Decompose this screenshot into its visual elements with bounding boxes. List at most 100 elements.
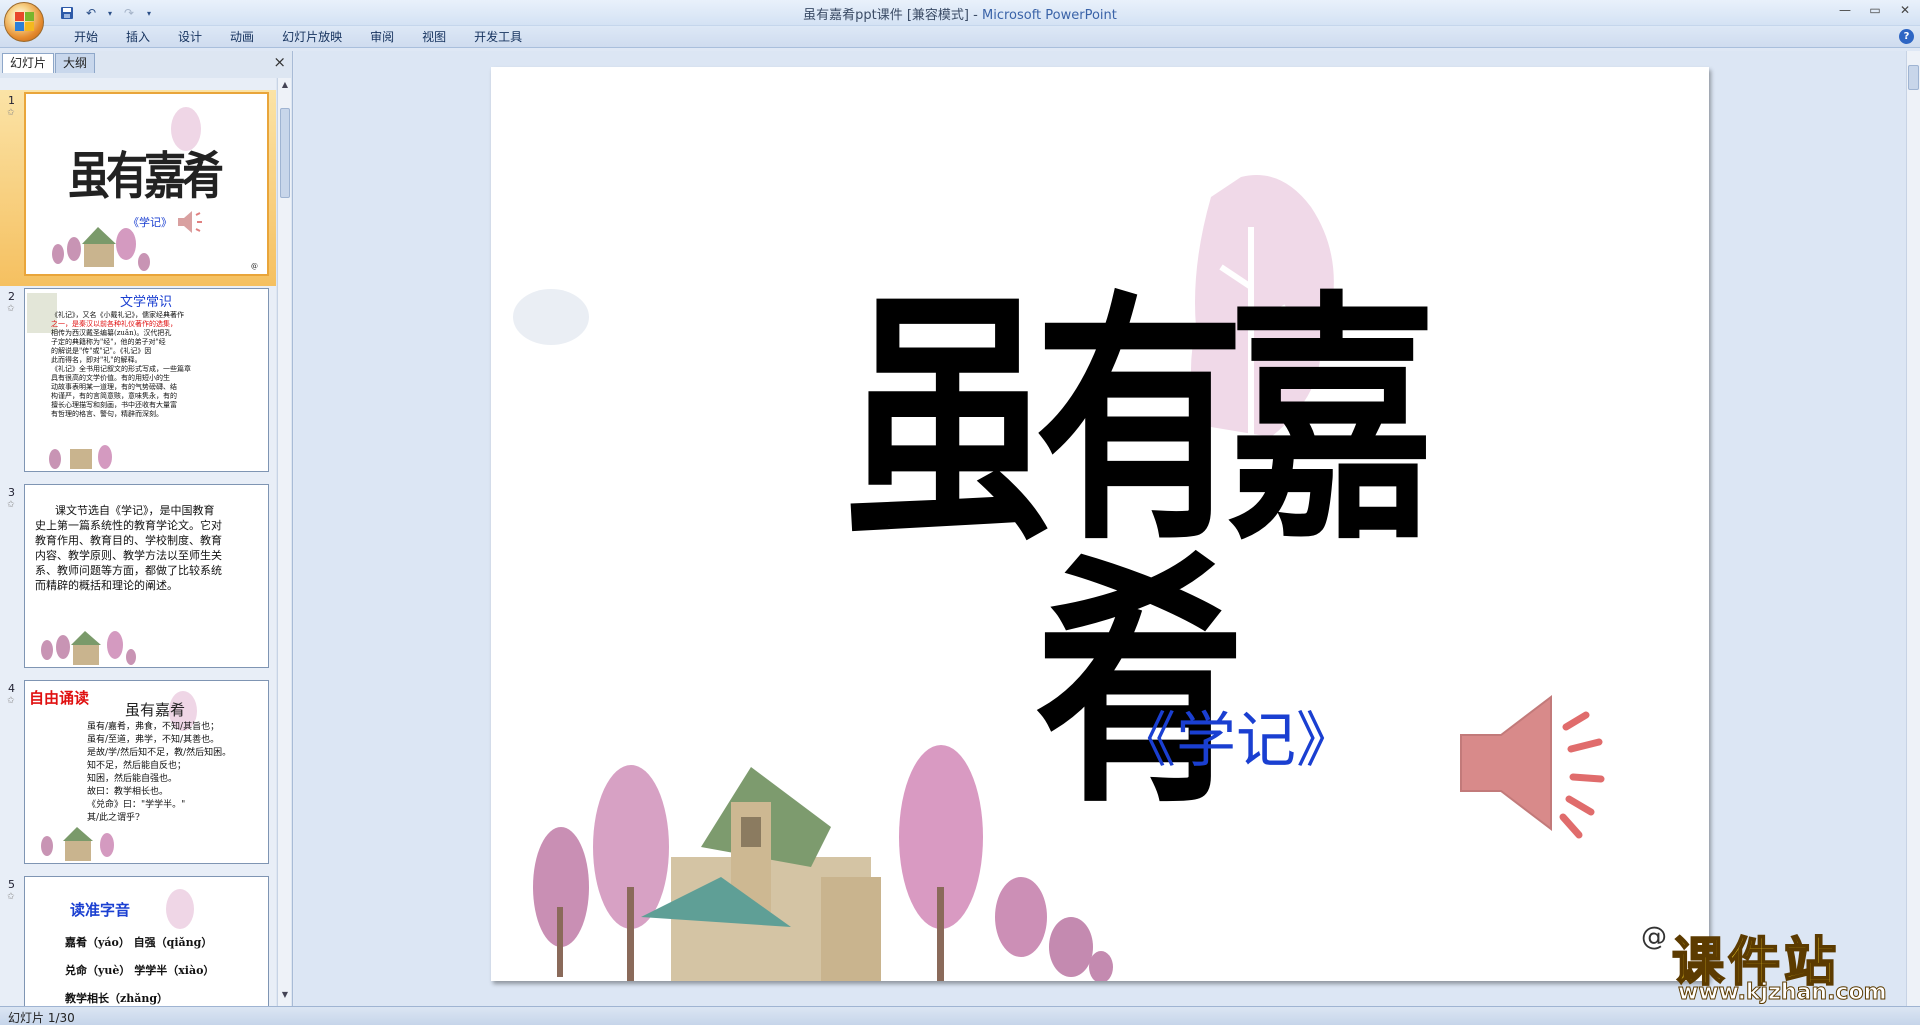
thumb-line: 之一，是秦汉以前各种礼仪著作的选集， xyxy=(51,320,177,328)
thumb-line: 兑命（yuè） 学学半（xiào） xyxy=(65,964,215,977)
thumb-line: 其/此之谓乎? xyxy=(87,813,140,823)
thumb-text-block: 虽有/嘉肴，弗食，不知/其旨也； 虽有/至道，弗学，不知/其善也。 是故/学/然… xyxy=(87,721,267,825)
thumb-line: 而精辟的概括和理论的阐述。 xyxy=(35,579,178,592)
slide-thumbnail-4[interactable]: 4 ✩ 自由诵读 虽有嘉肴 虽有/嘉肴，弗食，不知/其旨也； 虽有/至道，弗学，… xyxy=(0,678,276,874)
tab-slideshow[interactable]: 幻灯片放映 xyxy=(268,29,356,45)
thumbnail-scrollbar[interactable]: ▲ ▼ xyxy=(277,78,291,1006)
thumb-line: 是故/学/然后知不足，教/然后知困。 xyxy=(87,748,232,758)
slide-at-mark: @ xyxy=(1641,922,1667,952)
thumb-label: 自由诵读 xyxy=(29,689,90,707)
scrollbar-thumb[interactable] xyxy=(1908,65,1919,90)
title-separator: - xyxy=(969,8,982,23)
slide-subtitle[interactable]: 《学记》 xyxy=(1116,692,1356,779)
slide-thumbnail-1[interactable]: 1 ✩ 虽有嘉肴 《学记》 @ xyxy=(0,90,276,286)
app-name: Microsoft PowerPoint xyxy=(981,8,1117,23)
help-icon[interactable]: ? xyxy=(1899,29,1914,44)
thumb-line: 嘉肴（yáo） 自强（qiǎng） xyxy=(65,936,213,949)
tab-slides[interactable]: 幻灯片 xyxy=(2,53,55,73)
tab-insert[interactable]: 插入 xyxy=(112,29,164,45)
animation-star-icon: ✩ xyxy=(7,108,15,118)
thumb-line: 擅长心理描写和刻画，书中还收有大量富 xyxy=(51,401,177,409)
ribbon-tabs: 开始 插入 设计 动画 幻灯片放映 审阅 视图 开发工具 xyxy=(60,29,536,45)
minimize-icon[interactable]: — xyxy=(1830,0,1860,20)
thumb-text-block: 嘉肴（yáo） 自强（qiǎng） 兑命（yuè） 学学半（xiào） 教学相长… xyxy=(65,929,265,1006)
thumb-line: 相传为西汉戴圣编纂(zuǎn)。汉代把孔 xyxy=(51,329,172,337)
slide-thumbnail-3[interactable]: 3 ✩ 课文节选自《学记》，是中国教育 史上第一篇系统性的教育学论文。它对 教育… xyxy=(0,482,276,678)
animation-star-icon: ✩ xyxy=(7,696,15,706)
office-button[interactable] xyxy=(4,2,44,42)
slide-thumbnail-2[interactable]: 2 ✩ 文学常识 《礼记》，又名《小戴礼记》，儒家经典著作 之一，是秦汉以前各种… xyxy=(0,286,276,482)
tab-design[interactable]: 设计 xyxy=(164,29,216,45)
thumb-line: 虽有/嘉肴，弗食，不知/其旨也； xyxy=(87,722,220,732)
window-title: 虽有嘉肴ppt课件 [兼容模式] - Microsoft PowerPoint xyxy=(0,4,1920,23)
tab-review[interactable]: 审阅 xyxy=(356,29,408,45)
thumb-line: 此而得名，即对"礼"的解释。 xyxy=(51,356,142,364)
thumb-line: 《兑命》曰："学学半。" xyxy=(87,800,186,810)
thumb-line: 系、教师问题等方面，都做了比较系统 xyxy=(35,564,222,577)
thumb-text-block: 课文节选自《学记》，是中国教育 史上第一篇系统性的教育学论文。它对 教育作用、教… xyxy=(35,503,260,593)
thumb-line: 史上第一篇系统性的教育学论文。它对 xyxy=(35,519,222,532)
slide-preview: 虽有嘉肴 《学记》 @ xyxy=(24,92,269,276)
maximize-icon[interactable]: ▭ xyxy=(1860,0,1890,20)
thumb-line: 内容、教学原则、教学方法以至师生关 xyxy=(35,549,222,562)
thumb-line: 的解说是"传"或"记"。《礼记》因 xyxy=(51,347,152,355)
thumb-line: 动故事表明某一道理，有的气势磅礴、结 xyxy=(51,383,177,391)
animation-star-icon: ✩ xyxy=(7,500,15,510)
slide-number: 5 xyxy=(8,878,15,891)
tab-animations[interactable]: 动画 xyxy=(216,29,268,45)
slides-panel-tabs: 幻灯片 大纲 xyxy=(2,53,290,73)
watermark-url: www.kjzhan.com xyxy=(1678,980,1888,1006)
thumb-line: 故曰：教学相长也。 xyxy=(87,787,169,797)
tab-outline[interactable]: 大纲 xyxy=(55,53,96,73)
current-slide[interactable]: 虽有嘉肴 《学记》 @ xyxy=(491,67,1709,981)
tab-home[interactable]: 开始 xyxy=(60,29,112,45)
thumb-at-mark: @ xyxy=(251,262,258,270)
close-icon[interactable]: ✕ xyxy=(1890,0,1920,20)
thumb-line: 构谨严，有的言简意赅，意味隽永，有的 xyxy=(51,392,177,400)
slide-number: 3 xyxy=(8,486,15,499)
thumb-line: 虽有/至道，弗学，不知/其善也。 xyxy=(87,735,220,745)
animation-star-icon: ✩ xyxy=(7,892,15,902)
document-title: 虽有嘉肴ppt课件 [兼容模式] xyxy=(803,8,970,23)
tab-developer[interactable]: 开发工具 xyxy=(460,29,536,45)
thumb-subtitle: 《学记》 xyxy=(128,216,172,229)
thumb-line: 有哲理的格言、警句，精辟而深刻。 xyxy=(51,410,163,418)
speaker-icon xyxy=(178,211,202,233)
slide-preview: 自由诵读 虽有嘉肴 虽有/嘉肴，弗食，不知/其旨也； 虽有/至道，弗学，不知/其… xyxy=(24,680,269,864)
thumb-line: 《礼记》，又名《小戴礼记》，儒家经典著作 xyxy=(51,311,184,319)
thumb-line: 教育作用、教育目的、学校制度、教育 xyxy=(35,534,222,547)
slide-preview: 读准字音 嘉肴（yáo） 自强（qiǎng） 兑命（yuè） 学学半（xiào）… xyxy=(24,876,269,1006)
slide-number: 4 xyxy=(8,682,15,695)
thumb-line: 《礼记》全书用记叙文的形式写成，一些篇章 xyxy=(51,365,191,373)
thumb-line: 具有很高的文学价值。有的用短小的生 xyxy=(51,374,170,382)
thumb-line: 知不足，然后能自反也； xyxy=(87,761,187,771)
scroll-up-icon[interactable]: ▲ xyxy=(280,80,290,92)
thumb-line: 教学相长（zhǎng） xyxy=(65,992,169,1005)
thumb-line: 子定的典籍称为"经"，他的弟子对"经 xyxy=(51,338,166,346)
slide-number: 1 xyxy=(8,94,15,107)
slide-counter: 幻灯片 1/30 xyxy=(8,1011,75,1025)
ribbon-tabbar: 开始 插入 设计 动画 幻灯片放映 审阅 视图 开发工具 ? xyxy=(0,26,1920,48)
window-controls: — ▭ ✕ xyxy=(1830,0,1920,20)
thumb-heading: 虽有嘉肴 xyxy=(125,701,186,719)
thumb-line: 课文节选自《学记》，是中国教育 xyxy=(55,504,215,517)
scroll-down-icon[interactable]: ▼ xyxy=(280,990,290,1002)
editor-scrollbar[interactable] xyxy=(1906,51,1920,1006)
thumb-title: 虽有嘉肴 xyxy=(68,146,224,206)
slide-preview: 文学常识 《礼记》，又名《小戴礼记》，儒家经典著作 之一，是秦汉以前各种礼仪著作… xyxy=(24,288,269,472)
office-logo-icon xyxy=(15,12,35,32)
scrollbar-thumb[interactable] xyxy=(280,108,290,198)
thumb-text-block: 《礼记》，又名《小戴礼记》，儒家经典著作 之一，是秦汉以前各种礼仪著作的选集， … xyxy=(51,311,266,419)
slide-thumbnail-list: 1 ✩ 虽有嘉肴 《学记》 @ 2 ✩ 文学常识 《礼记》，又名《小戴礼记》，儒… xyxy=(0,78,276,1006)
panel-close-button[interactable]: × xyxy=(273,53,286,71)
speaker-icon[interactable] xyxy=(1451,687,1621,847)
title-bar: ↶ ▾ ↷ ▾ 虽有嘉肴ppt课件 [兼容模式] - Microsoft Pow… xyxy=(0,0,1920,26)
status-bar: 幻灯片 1/30 xyxy=(0,1006,1920,1025)
thumb-heading: 文学常识 xyxy=(120,295,173,310)
tab-view[interactable]: 视图 xyxy=(408,29,460,45)
animation-star-icon: ✩ xyxy=(7,304,15,314)
slide-number: 2 xyxy=(8,290,15,303)
slide-thumbnail-5[interactable]: 5 ✩ 读准字音 嘉肴（yáo） 自强（qiǎng） 兑命（yuè） 学学半（x… xyxy=(0,874,276,1006)
slide-editor: 虽有嘉肴 《学记》 @ xyxy=(294,51,1906,1006)
thumb-line: 知困，然后能自强也。 xyxy=(87,774,178,784)
